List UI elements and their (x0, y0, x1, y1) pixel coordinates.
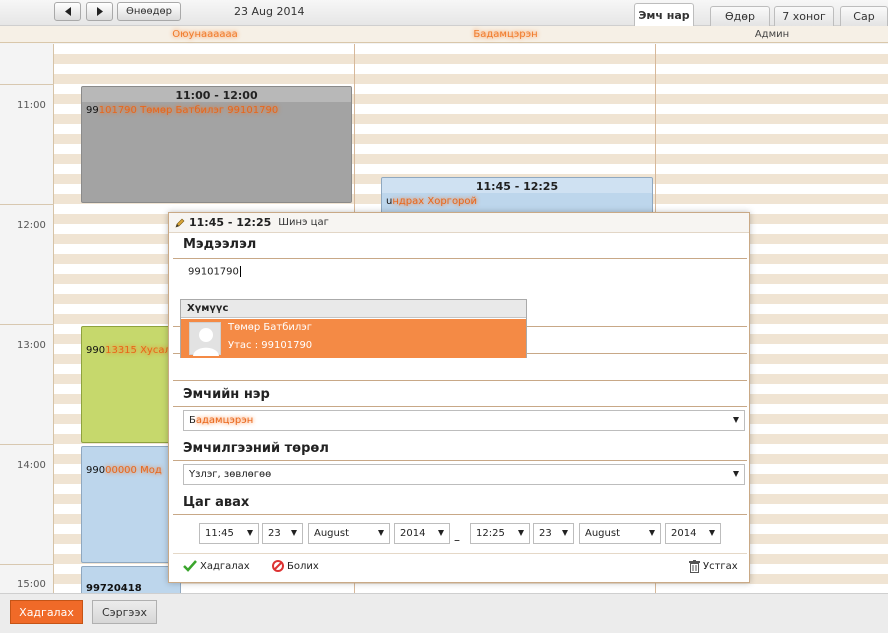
time-label-15: 15:00 (17, 579, 46, 590)
end-day-select[interactable]: 23 (533, 523, 574, 544)
divider (173, 406, 747, 407)
calendar-toolbar: Өнөөдөр 23 Aug 2014 Эмч нар Өдөр 7 хоног… (0, 0, 888, 26)
time-label-14: 14:00 (17, 460, 46, 471)
today-button[interactable]: Өнөөдөр (117, 2, 181, 21)
start-month-select[interactable]: August (308, 523, 390, 544)
tab-month[interactable]: Сар (840, 6, 888, 26)
event-text: 99101790 Төмөр Батбилэг 99101790 (86, 105, 279, 116)
chevron-left-icon (64, 7, 71, 16)
appointment-event[interactable]: 11:45 - 12:25 uндрах Хоргорой (381, 177, 653, 217)
info-section-title: Мэдээлэл (183, 237, 257, 252)
time-axis: 11:00 12:00 13:00 14:00 15:00 (0, 44, 54, 593)
chevron-down-icon (291, 530, 297, 536)
chevron-down-icon (247, 530, 253, 536)
next-button[interactable] (86, 2, 113, 21)
dialog-time: 11:45 - 12:25 (189, 216, 272, 229)
treatment-select[interactable]: Үзлэг, зөвлөгөө (183, 464, 745, 485)
chevron-down-icon (378, 530, 384, 536)
current-date: 23 Aug 2014 (234, 5, 305, 18)
text-caret (239, 266, 241, 277)
treatment-section-title: Эмчилгээний төрөл (183, 441, 329, 456)
resource-header: Оюунаааааа Бадамцэрэн Админ (0, 26, 888, 43)
chevron-down-icon (649, 530, 655, 536)
person-name: Төмөр Батбилэг (228, 322, 313, 333)
event-time: 11:45 - 12:25 (382, 178, 652, 193)
appointment-section-title: Цаг авах (183, 495, 250, 510)
dialog-save-button[interactable]: Хадгалах (183, 560, 250, 572)
avatar-icon (189, 322, 221, 356)
divider (173, 460, 747, 461)
prev-button[interactable] (54, 2, 81, 21)
save-button[interactable]: Хадгалах (10, 600, 83, 624)
divider (173, 380, 747, 381)
start-year-select[interactable]: 2014 (394, 523, 450, 544)
trash-icon (689, 560, 700, 573)
appointment-event[interactable]: 99013315 Хусал (81, 326, 181, 443)
tab-week[interactable]: 7 хоног (774, 6, 834, 26)
event-text: uндрах Хоргорой (386, 196, 478, 207)
range-separator: – (454, 533, 460, 547)
event-time: 11:00 - 12:00 (82, 87, 351, 102)
dialog-status: Шинэ цаг (278, 217, 329, 228)
autocomplete-dropdown: Хүмүүс Төмөр Батбилэг Утас : 99101790 (180, 299, 527, 358)
hour-divider (0, 564, 54, 565)
dialog-header: 11:45 - 12:25 Шинэ цаг (169, 213, 749, 233)
chevron-down-icon (733, 417, 739, 423)
person-phone: Утас : 99101790 (228, 340, 313, 351)
doctor-select[interactable]: Бадамцэрэн (183, 410, 745, 431)
tab-doctors[interactable]: Эмч нар (634, 3, 694, 26)
chevron-down-icon (709, 530, 715, 536)
chevron-down-icon (562, 530, 568, 536)
doctor-section-title: Эмчийн нэр (183, 387, 270, 402)
end-month-select[interactable]: August (579, 523, 661, 544)
hour-divider (0, 84, 54, 85)
time-label-12: 12:00 (17, 220, 46, 231)
appointment-event[interactable]: 11:00 - 12:00 99101790 Төмөр Батбилэг 99… (81, 86, 352, 203)
hour-divider (0, 324, 54, 325)
end-year-select[interactable]: 2014 (665, 523, 721, 544)
start-day-select[interactable]: 23 (262, 523, 303, 544)
autocomplete-person-item[interactable]: Төмөр Батбилэг Утас : 99101790 (181, 319, 526, 358)
appointment-event[interactable]: 99720418 (81, 566, 181, 593)
event-text: 99013315 Хусал (86, 345, 171, 356)
cancel-icon (272, 560, 284, 572)
autocomplete-header: Хүмүүс (181, 300, 526, 318)
column-header-doctor-1: Оюунаааааа (172, 29, 238, 40)
time-label-11: 11:00 (17, 100, 46, 111)
column-header-doctor-2: Бадамцэрэн (473, 29, 538, 40)
time-label-13: 13:00 (17, 340, 46, 351)
divider (173, 553, 747, 554)
chevron-down-icon (733, 471, 739, 477)
dialog-cancel-button[interactable]: Болих (272, 560, 319, 572)
hour-divider (0, 444, 54, 445)
chevron-down-icon (438, 530, 444, 536)
refresh-button[interactable]: Сэргээх (92, 600, 157, 624)
appointment-event[interactable]: 99000000 Мод (81, 446, 181, 563)
dialog-delete-button[interactable]: Устгах (689, 560, 738, 573)
checkmark-icon (183, 560, 197, 572)
pencil-icon (175, 218, 185, 227)
phone-input[interactable]: 99101790 (188, 266, 241, 278)
hour-divider (0, 204, 54, 205)
column-header-admin: Админ (754, 29, 790, 40)
chevron-right-icon (96, 7, 103, 16)
chevron-down-icon (518, 530, 524, 536)
divider (173, 514, 747, 515)
event-text: 99720418 (86, 583, 142, 593)
event-text: 99000000 Мод (86, 465, 162, 476)
bottom-bar: Хадгалах Сэргээх (0, 593, 888, 633)
appointment-dialog: 11:45 - 12:25 Шинэ цаг Мэдээлэл 99101790… (168, 212, 750, 583)
tab-day[interactable]: Өдөр (710, 6, 770, 26)
end-time-select[interactable]: 12:25 (470, 523, 530, 544)
divider (173, 258, 747, 259)
start-time-select[interactable]: 11:45 (199, 523, 259, 544)
